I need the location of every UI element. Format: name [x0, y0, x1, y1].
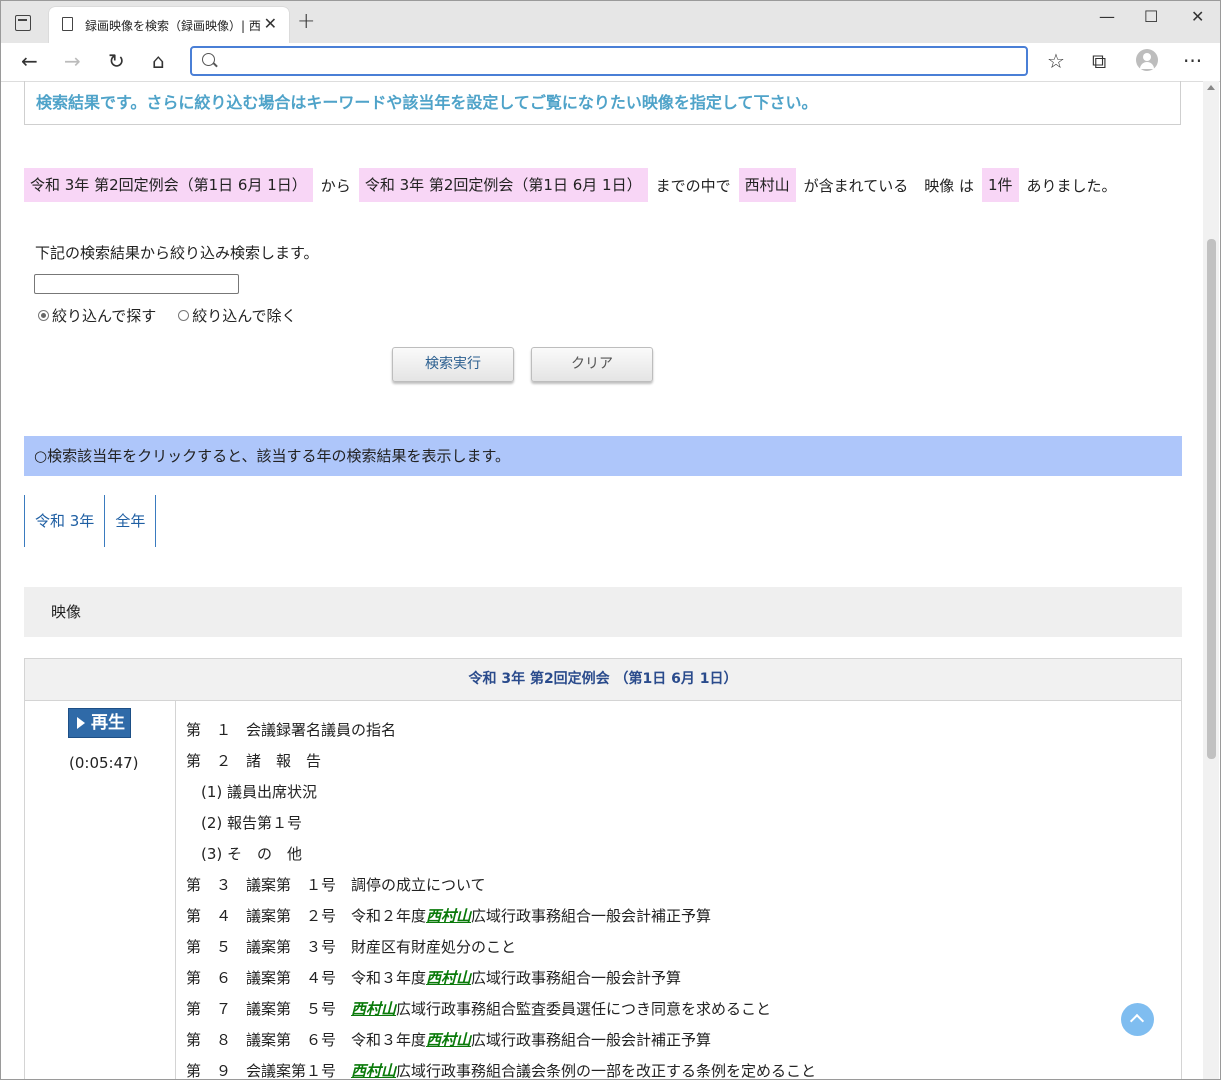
collections-icon[interactable]: ⧉ — [1092, 49, 1106, 73]
agenda-text: 第 ３ 議案第 １号 調停の成立について — [186, 876, 486, 894]
play-button[interactable]: 再生 — [68, 708, 131, 738]
info-box: 検索結果です。さらに絞り込む場合はキーワードや該当年を設定してご覧になりたい映像… — [24, 81, 1181, 125]
year-links: 令和 3年 全年 — [24, 495, 157, 547]
agenda-item: (2) 報告第１号 — [186, 808, 816, 839]
tab-strip: 録画映像を検索（録画映像）| 西 ✕ + — ☐ ✕ — [1, 1, 1220, 43]
keyword-highlight: 西村山 — [426, 1031, 472, 1049]
back-icon[interactable]: ← — [21, 49, 38, 73]
minimize-icon[interactable]: — — [1099, 7, 1115, 26]
agenda-text: 第 ２ 諸 報 告 — [186, 752, 322, 770]
summary-keyword: 西村山 — [738, 168, 796, 202]
keyword-highlight: 西村山 — [351, 1062, 397, 1080]
agenda-item: 第 ５ 議案第 ３号 財産区有財産処分のこと — [186, 932, 816, 963]
radio-exclude[interactable] — [178, 310, 190, 321]
more-icon[interactable]: ··· — [1183, 49, 1202, 73]
summary-count: 1件 — [981, 168, 1019, 202]
summary-end: ありました。 — [1026, 176, 1117, 195]
agenda-text: (2) 報告第１号 — [186, 814, 303, 832]
play-column: 再生 (0:05:47) — [25, 701, 176, 1079]
agenda-item: (1) 議員出席状況 — [186, 777, 816, 808]
agenda-text: 広域行政事務組合一般会計補正予算 — [471, 907, 712, 925]
agenda-text: 広域行政事務組合一般会計補正予算 — [471, 1031, 712, 1049]
search-button[interactable]: 検索実行 — [392, 347, 514, 382]
address-bar[interactable] — [190, 46, 1028, 76]
close-tab-icon[interactable]: ✕ — [264, 14, 277, 33]
maximize-icon[interactable]: ☐ — [1144, 7, 1158, 26]
agenda-text: 第 ８ 議案第 ６号 令和３年度 — [186, 1031, 427, 1049]
summary-keyword-suffix: が含まれている — [803, 176, 909, 195]
agenda-text: 広域行政事務組合議会条例の一部を改正する条例を定めること — [396, 1062, 817, 1080]
year-link-reiwa3[interactable]: 令和 3年 — [24, 495, 104, 547]
home-icon[interactable]: ⌂ — [152, 49, 165, 73]
search-icon — [202, 53, 215, 66]
agenda-text: 第 ７ 議案第 ５号 — [186, 1000, 352, 1018]
browser-window: 録画映像を検索（録画映像）| 西 ✕ + — ☐ ✕ ← → ↻ ⌂ ☆ ⧉ ·… — [0, 0, 1221, 1080]
tab-title: 録画映像を検索（録画映像）| 西 — [85, 19, 261, 33]
video-section-header: 映像 — [24, 587, 1182, 637]
agenda-item: 第 ３ 議案第 １号 調停の成立について — [186, 870, 816, 901]
scrollbar[interactable] — [1203, 81, 1219, 1079]
close-window-icon[interactable]: ✕ — [1191, 7, 1204, 26]
scroll-up-icon[interactable] — [1207, 85, 1215, 90]
refine-input[interactable] — [34, 274, 239, 294]
favorites-icon[interactable]: ☆ — [1047, 49, 1065, 73]
agenda-text: 第 ５ 議案第 ３号 財産区有財産処分のこと — [186, 938, 517, 956]
keyword-highlight: 西村山 — [426, 907, 472, 925]
year-bar: ○検索該当年をクリックすると、該当する年の検索結果を表示します。 — [24, 436, 1182, 476]
agenda-text: 第 １ 会議録署名議員の指名 — [186, 721, 397, 739]
tab-actions-icon[interactable] — [15, 15, 31, 31]
agenda-text: 第 ６ 議案第 ４号 令和３年度 — [186, 969, 427, 987]
reload-icon[interactable]: ↻ — [108, 49, 125, 73]
page-content: 検索結果です。さらに絞り込む場合はキーワードや該当年を設定してご覧になりたい映像… — [1, 81, 1204, 1080]
agenda-text: 広域行政事務組合一般会計予算 — [471, 969, 682, 987]
refine-options: 絞り込んで探す 絞り込んで除く — [38, 305, 297, 326]
agenda-text: (1) 議員出席状況 — [186, 783, 318, 801]
search-summary: 令和 3年 第2回定例会（第1日 6月 1日） から 令和 3年 第2回定例会（… — [24, 168, 1125, 202]
clear-button[interactable]: クリア — [531, 347, 653, 382]
agenda-item: 第 ２ 諸 報 告 — [186, 746, 816, 777]
agenda-item: 第 １ 会議録署名議員の指名 — [186, 715, 816, 746]
nav-bar: ← → ↻ ⌂ ☆ ⧉ ··· — [1, 43, 1220, 82]
scroll-to-top-icon[interactable] — [1121, 1003, 1154, 1036]
address-input[interactable] — [226, 50, 1010, 74]
radio-include-label[interactable]: 絞り込んで探す — [52, 305, 156, 326]
agenda-list: 第 １ 会議録署名議員の指名第 ２ 諸 報 告 (1) 議員出席状況 (2) 報… — [186, 715, 817, 1080]
agenda-item: 第 ９ 会議案第１号 西村山広域行政事務組合議会条例の一部を改正する条例を定める… — [186, 1056, 817, 1080]
profile-avatar[interactable] — [1136, 49, 1158, 71]
agenda-item: (3) そ の 他 — [186, 839, 816, 870]
summary-to: 令和 3年 第2回定例会（第1日 6月 1日） — [358, 168, 648, 202]
refine-label: 下記の検索結果から絞り込み検索します。 — [35, 244, 319, 262]
browser-tab[interactable]: 録画映像を検索（録画映像）| 西 ✕ — [49, 7, 289, 43]
summary-type: 映像 は — [924, 176, 974, 195]
radio-include[interactable] — [38, 310, 49, 321]
agenda-item: 第 ８ 議案第 ６号 令和３年度西村山広域行政事務組合一般会計補正予算 — [186, 1025, 816, 1056]
summary-to-suffix: までの中で — [655, 176, 731, 195]
agenda-text: (3) そ の 他 — [186, 845, 303, 863]
info-message: 検索結果です。さらに絞り込む場合はキーワードや該当年を設定してご覧になりたい映像… — [36, 93, 818, 112]
agenda-text: 第 ４ 議案第 ２号 令和２年度 — [186, 907, 427, 925]
keyword-highlight: 西村山 — [426, 969, 472, 987]
keyword-highlight: 西村山 — [351, 1000, 397, 1018]
agenda-item: 第 ７ 議案第 ５号 西村山広域行政事務組合監査委員選任につき同意を求めること — [186, 994, 816, 1025]
radio-exclude-label[interactable]: 絞り込んで除く — [192, 305, 296, 326]
new-tab-icon[interactable]: + — [297, 9, 315, 34]
agenda-text: 第 ９ 会議案第１号 — [186, 1062, 352, 1080]
result-card: 令和 3年 第2回定例会 （第1日 6月 1日） 再生 (0:05:47) 第 … — [24, 658, 1182, 1080]
agenda-text: 広域行政事務組合監査委員選任につき同意を求めること — [396, 1000, 772, 1018]
summary-from: 令和 3年 第2回定例会（第1日 6月 1日） — [24, 168, 313, 202]
agenda-item: 第 ６ 議案第 ４号 令和３年度西村山広域行政事務組合一般会計予算 — [186, 963, 816, 994]
summary-from-suffix: から — [320, 176, 351, 195]
forward-icon[interactable]: → — [64, 49, 81, 73]
page-icon — [62, 17, 73, 31]
video-duration: (0:05:47) — [69, 754, 139, 772]
scrollbar-thumb[interactable] — [1207, 239, 1216, 759]
year-link-all[interactable]: 全年 — [104, 495, 157, 547]
result-title: 令和 3年 第2回定例会 （第1日 6月 1日） — [25, 659, 1181, 701]
agenda-item: 第 ４ 議案第 ２号 令和２年度西村山広域行政事務組合一般会計補正予算 — [186, 901, 816, 932]
